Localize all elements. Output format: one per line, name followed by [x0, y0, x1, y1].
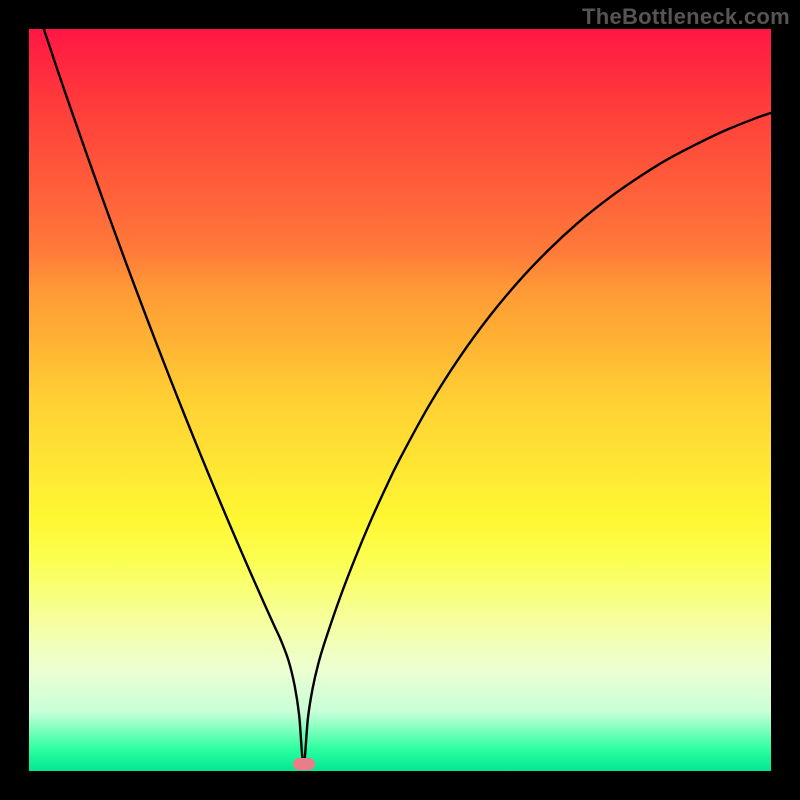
optimum-marker — [293, 758, 315, 770]
chart-frame: TheBottleneck.com — [0, 0, 800, 800]
watermark-text: TheBottleneck.com — [582, 4, 790, 30]
bottleneck-curve — [29, 29, 771, 771]
plot-area — [29, 29, 771, 771]
